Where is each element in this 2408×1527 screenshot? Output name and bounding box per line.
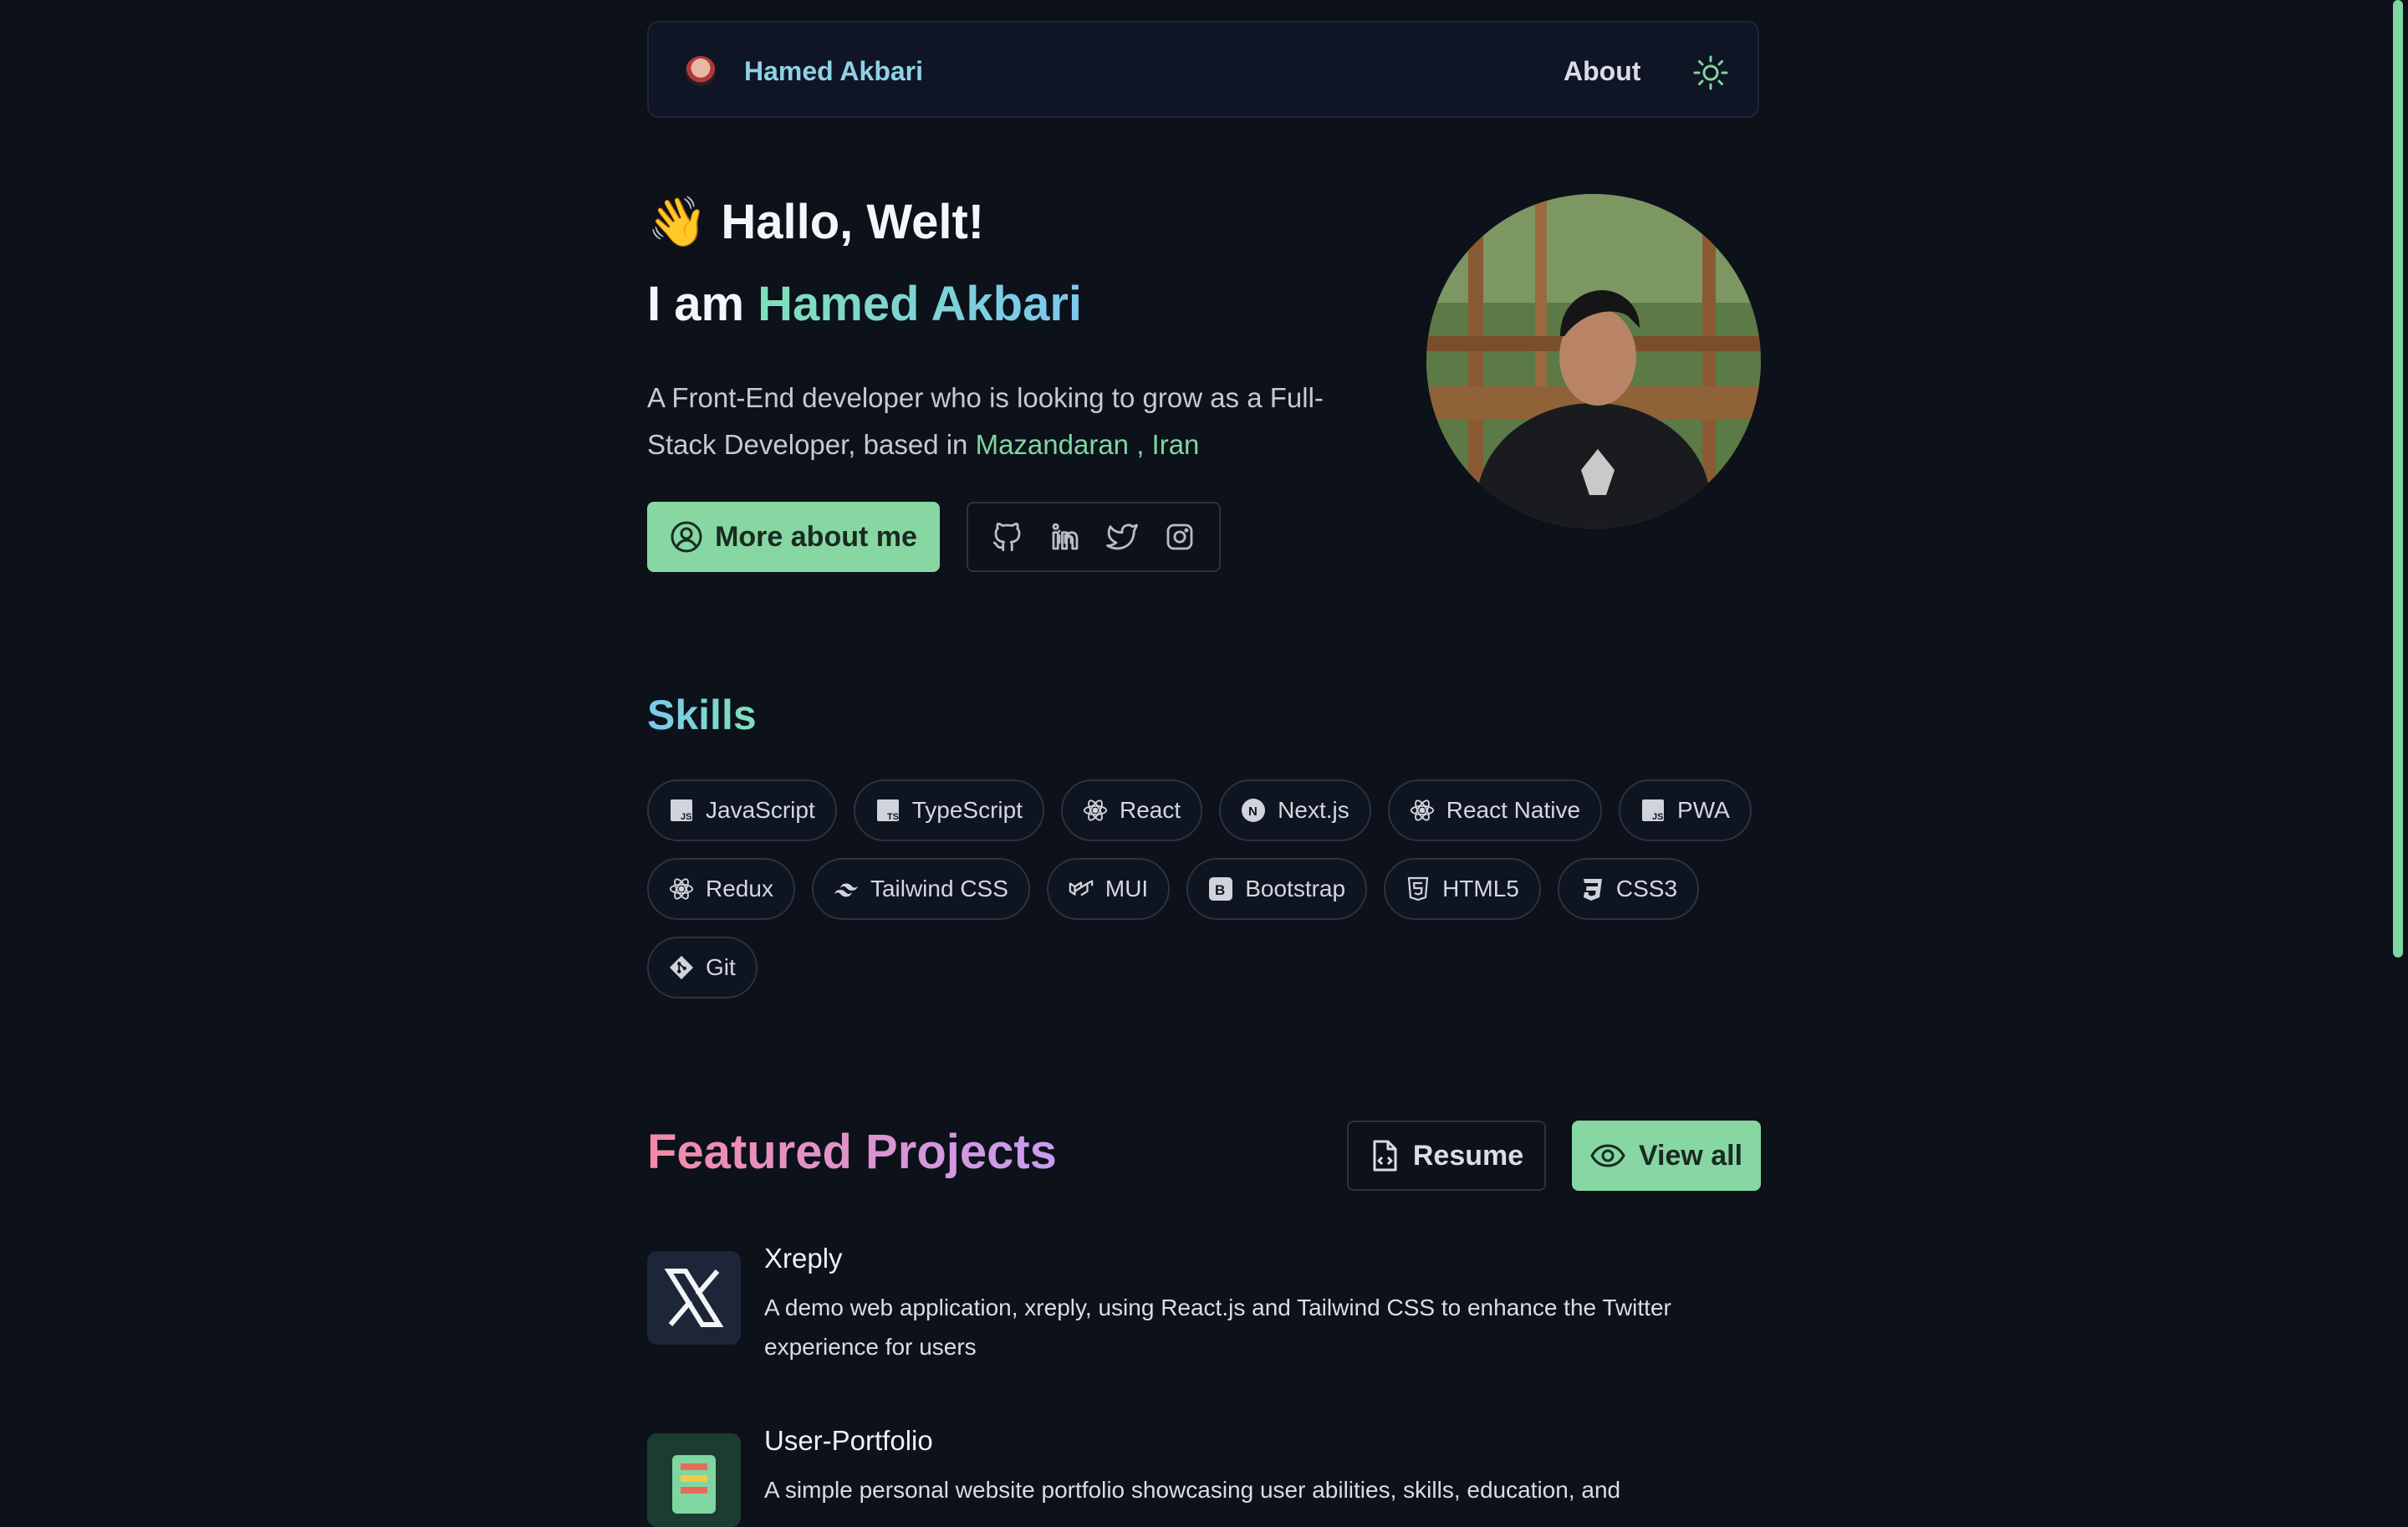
file-code-icon xyxy=(1373,1140,1397,1172)
tailwind-icon xyxy=(834,876,859,901)
skill-label: Redux xyxy=(706,876,773,901)
resume-label: Resume xyxy=(1412,1139,1524,1172)
nextjs-icon: N xyxy=(1241,798,1266,823)
skill-chip: React xyxy=(1061,779,1203,841)
profile-photo-image xyxy=(1426,194,1761,529)
intro-prefix: I am xyxy=(647,277,758,331)
project-description: A simple personal website portfolio show… xyxy=(764,1477,1621,1503)
skill-label: React xyxy=(1120,797,1181,823)
skill-chip: CSS3 xyxy=(1557,858,1700,920)
skill-chip: N Next.js xyxy=(1219,779,1371,841)
skill-chip: React Native xyxy=(1387,779,1603,841)
social-links xyxy=(967,502,1221,572)
eye-icon xyxy=(1590,1144,1625,1167)
svg-text:TS: TS xyxy=(887,812,899,822)
skill-label: Bootstrap xyxy=(1245,876,1346,901)
intro-name: Hamed Akbari xyxy=(758,277,1083,331)
bootstrap-icon: B xyxy=(1208,876,1233,901)
resume-button[interactable]: Resume xyxy=(1347,1121,1546,1191)
mui-icon xyxy=(1069,876,1094,901)
svg-text:JS: JS xyxy=(681,812,691,822)
skill-label: Tailwind CSS xyxy=(870,876,1008,901)
sun-icon[interactable] xyxy=(1692,54,1729,91)
skill-chip: Tailwind CSS xyxy=(811,858,1030,920)
skill-label: HTML5 xyxy=(1442,876,1519,901)
skill-chip: HTML5 xyxy=(1384,858,1541,920)
git-icon xyxy=(669,955,694,980)
greeting-heading: 👋 Hallo, Welt! xyxy=(647,194,984,251)
github-icon[interactable] xyxy=(990,519,1025,554)
project-item[interactable]: User-Portfolio A simple personal website… xyxy=(647,1425,1761,1527)
skill-chip: TS TypeScript xyxy=(853,779,1044,841)
bio-location: Mazandaran , Iran xyxy=(975,429,1200,460)
skill-chip: JS PWA xyxy=(1619,779,1752,841)
skill-chip: Git xyxy=(647,937,758,998)
user-circle-icon xyxy=(671,521,702,553)
more-about-me-button[interactable]: More about me xyxy=(647,502,940,572)
view-all-label: View all xyxy=(1638,1139,1743,1172)
skill-chip: MUI xyxy=(1046,858,1171,920)
skill-label: React Native xyxy=(1446,797,1581,823)
skill-label: TypeScript xyxy=(911,797,1023,823)
react-icon xyxy=(669,876,694,901)
greeting-text: Hallo, Welt! xyxy=(721,195,985,249)
bio-text: A Front-End developer who is looking to … xyxy=(647,375,1333,468)
linkedin-icon[interactable] xyxy=(1048,519,1083,554)
project-name[interactable]: User-Portfolio xyxy=(764,1425,933,1457)
javascript-icon: JS xyxy=(1640,798,1666,823)
skills-heading: Skills xyxy=(647,692,757,738)
twitter-icon[interactable] xyxy=(1105,519,1140,554)
brand-avatar[interactable] xyxy=(686,56,716,86)
portfolio-logo-icon xyxy=(647,1433,741,1527)
skill-label: Next.js xyxy=(1278,797,1349,823)
svg-text:B: B xyxy=(1215,882,1225,898)
brand-name-link[interactable]: Hamed Akbari xyxy=(744,56,923,87)
skill-label: JavaScript xyxy=(706,797,815,823)
skill-chip: B Bootstrap xyxy=(1186,858,1368,920)
project-item[interactable]: Xreply A demo web application, xreply, u… xyxy=(647,1243,1761,1376)
skill-label: MUI xyxy=(1105,876,1149,901)
react-icon xyxy=(1410,798,1435,823)
featured-projects-heading: Featured Projects xyxy=(647,1125,1057,1179)
svg-text:N: N xyxy=(1248,804,1258,819)
x-logo-icon xyxy=(647,1251,741,1345)
skill-label: CSS3 xyxy=(1615,876,1678,901)
skill-label: PWA xyxy=(1677,797,1730,823)
skill-label: Git xyxy=(706,954,736,980)
skill-chip: JS JavaScript xyxy=(647,779,837,841)
profile-photo xyxy=(1426,194,1761,529)
project-name[interactable]: Xreply xyxy=(764,1243,843,1274)
skills-list: JS JavaScript TS TypeScript React N Next… xyxy=(647,779,1768,998)
waving-hand-icon: 👋 xyxy=(647,195,708,249)
javascript-icon: JS xyxy=(669,798,694,823)
more-about-me-label: More about me xyxy=(715,520,917,553)
top-navbar: Hamed Akbari About xyxy=(647,21,1759,118)
page-container: Hamed Akbari About 👋 Hallo, Welt! I am H… xyxy=(647,0,1761,1527)
css3-icon xyxy=(1579,876,1604,901)
view-all-button[interactable]: View all xyxy=(1572,1121,1761,1191)
typescript-icon: TS xyxy=(875,798,900,823)
react-icon xyxy=(1083,798,1108,823)
instagram-icon[interactable] xyxy=(1162,519,1197,554)
page-scrollbar[interactable] xyxy=(2393,0,2403,958)
svg-text:JS: JS xyxy=(1652,812,1663,822)
intro-heading: I am Hamed Akbari xyxy=(647,276,1082,332)
html5-icon xyxy=(1406,876,1431,901)
project-description: A demo web application, xreply, using Re… xyxy=(764,1295,1671,1360)
nav-about-link[interactable]: About xyxy=(1564,56,1640,87)
skill-chip: Redux xyxy=(647,858,795,920)
